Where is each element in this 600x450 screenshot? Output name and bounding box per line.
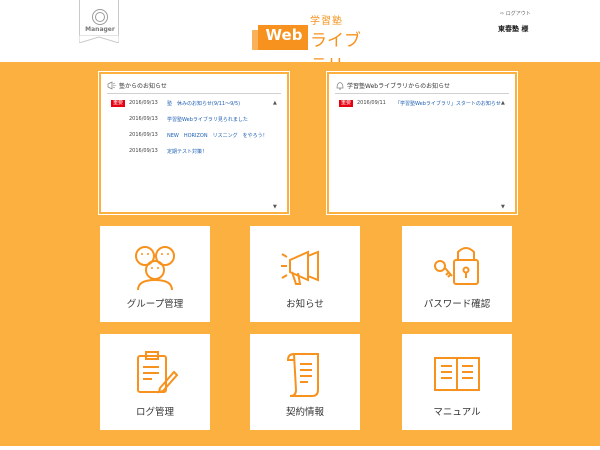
panel-header: 塾からのお知らせ [107,80,281,94]
megaphone-icon [281,250,319,285]
scroll-up-icon[interactable]: ▲ [501,100,505,106]
notice-title[interactable]: 塾 休みのお知らせ(9/11〜9/5) [167,100,240,107]
notice-title[interactable]: 定期テスト対策！ [167,148,207,155]
notice-date: 2016/09/13 [129,148,158,154]
notice-title[interactable]: 「学習塾Webライブラリ」スタートのお知らせ [395,100,501,107]
footer-strip [0,446,600,450]
list-item[interactable]: 重要 2016/09/11 「学習塾Webライブラリ」スタートのお知らせ [337,98,505,114]
library-notice-panel: 学習塾Webライブラリからのお知らせ 重要 2016/09/11 「学習塾Web… [326,71,518,215]
important-badge: 重要 [339,100,353,107]
notice-date: 2016/09/13 [129,132,158,138]
scrollbar[interactable]: ▲ ▼ [501,100,507,210]
important-badge: 重要 [111,100,125,107]
notice-title[interactable]: NEW HORIZON リスニング をやろう！ [167,132,268,139]
tile-label: マニュアル [433,407,481,418]
bell-icon [336,82,344,90]
user-name: 東春塾 様 [498,25,529,33]
scroll-up-icon[interactable]: ▲ [273,100,277,106]
list-item[interactable]: 2016/09/13 学習塾Webライブラリ見られました [109,114,277,130]
scroll-down-icon[interactable]: ▼ [273,204,277,210]
logo-small-text: 学習塾 [310,16,343,27]
site-logo[interactable]: Web 学習塾 ライブラリ [252,10,372,76]
tile-label: お知らせ [286,299,324,310]
tile-contract-info[interactable]: 契約情報 [250,334,360,430]
tile-password[interactable]: パスワード確認 [402,226,512,322]
notice-date: 2016/09/11 [357,100,386,106]
manager-badge-label: Manager [85,26,115,33]
key-lock-icon [434,247,479,285]
tile-manual[interactable]: マニュアル [402,334,512,430]
tile-group-management[interactable]: グループ管理 [100,226,210,322]
list-item[interactable]: 2016/09/13 定期テスト対策！ [109,146,277,162]
list-item[interactable]: 2016/09/13 NEW HORIZON リスニング をやろう！ [109,130,277,146]
notice-list: 重要 2016/09/11 「学習塾Webライブラリ」スタートのお知らせ [337,98,505,114]
header: Manager Web 学習塾 ライブラリ ⇨ ログアウト 東春塾 様 [0,0,600,76]
panel-title: 学習塾Webライブラリからのお知らせ [347,83,450,90]
tile-notice[interactable]: お知らせ [250,226,360,322]
document-scroll-icon [286,353,319,397]
megaphone-icon [107,81,116,90]
logout-label: ログアウト [505,11,531,17]
scrollbar[interactable]: ▲ ▼ [273,100,279,210]
notice-date: 2016/09/13 [129,100,158,106]
open-book-icon [434,357,480,391]
tile-label: 契約情報 [285,407,324,418]
tile-label: グループ管理 [126,299,184,310]
logo-web-text: Web [265,26,303,44]
tile-log-management[interactable]: ログ管理 [100,334,210,430]
logout-link[interactable]: ⇨ ログアウト [500,10,531,17]
notice-list: 重要 2016/09/13 塾 休みのお知らせ(9/11〜9/5) 2016/0… [109,98,277,162]
clipboard-pen-icon [137,351,179,394]
tile-label: パスワード確認 [423,299,491,310]
group-icon [135,246,175,290]
manager-seal-icon [92,9,108,25]
notice-title[interactable]: 学習塾Webライブラリ見られました [167,116,248,123]
tile-label: ログ管理 [135,407,174,418]
logout-icon: ⇨ [500,11,505,17]
scroll-down-icon[interactable]: ▼ [501,204,505,210]
list-item[interactable]: 重要 2016/09/13 塾 休みのお知らせ(9/11〜9/5) [109,98,277,114]
school-notice-panel: 塾からのお知らせ 重要 2016/09/13 塾 休みのお知らせ(9/11〜9/… [98,71,290,215]
notice-date: 2016/09/13 [129,116,158,122]
badge-tail-icon [79,35,119,43]
manager-badge: Manager [79,0,119,36]
panel-header: 学習塾Webライブラリからのお知らせ [335,80,509,94]
panel-title: 塾からのお知らせ [119,83,167,90]
